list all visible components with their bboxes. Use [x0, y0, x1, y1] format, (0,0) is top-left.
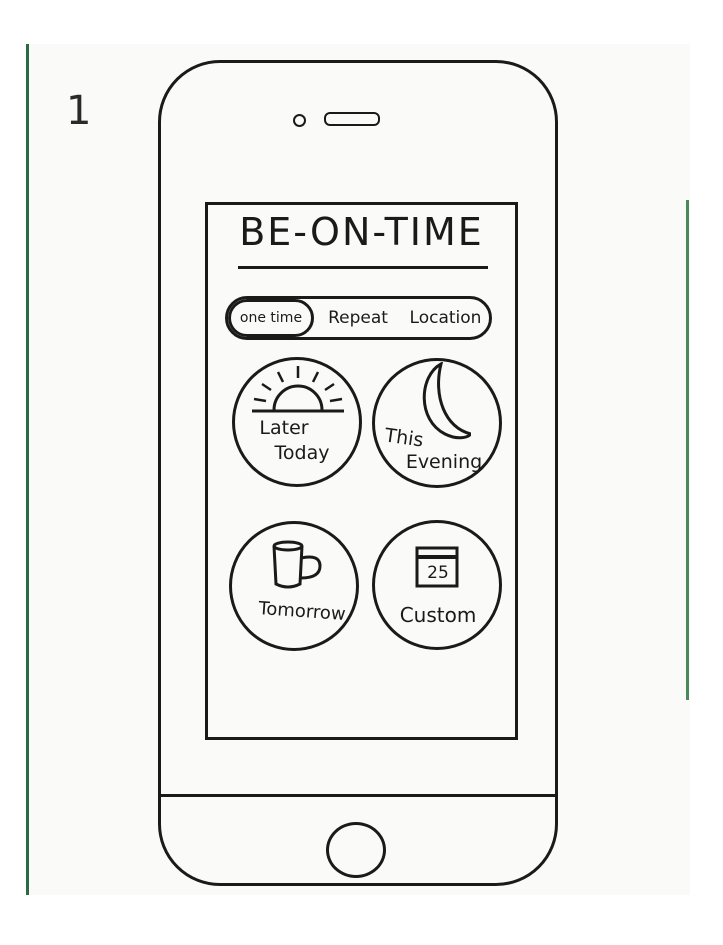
tab-location[interactable]: Location — [402, 299, 489, 337]
later-today-label-line2: Today — [274, 442, 330, 464]
title-underline — [238, 266, 488, 269]
tab-one-time[interactable]: one time — [228, 299, 314, 337]
earpiece-speaker — [324, 112, 380, 126]
sunrise-icon — [252, 366, 344, 413]
coffee-mug-icon — [272, 540, 322, 589]
front-camera — [293, 114, 306, 127]
home-button[interactable] — [326, 822, 386, 878]
tab-repeat[interactable]: Repeat — [314, 299, 402, 337]
phone-bottom-divider — [158, 794, 558, 797]
sketch-page-number: 1 — [66, 88, 92, 134]
calendar-day-number: 25 — [427, 563, 449, 583]
app-title: BE-ON-TIME — [239, 210, 484, 254]
paper-edge-left — [26, 44, 29, 895]
mode-segmented-control: one time Repeat Location — [225, 296, 492, 340]
later-today-label-line1: Later — [259, 417, 309, 439]
custom-label: Custom — [399, 603, 477, 627]
this-evening-label-line2: Evening — [405, 451, 483, 473]
paper-edge-right — [686, 200, 689, 700]
